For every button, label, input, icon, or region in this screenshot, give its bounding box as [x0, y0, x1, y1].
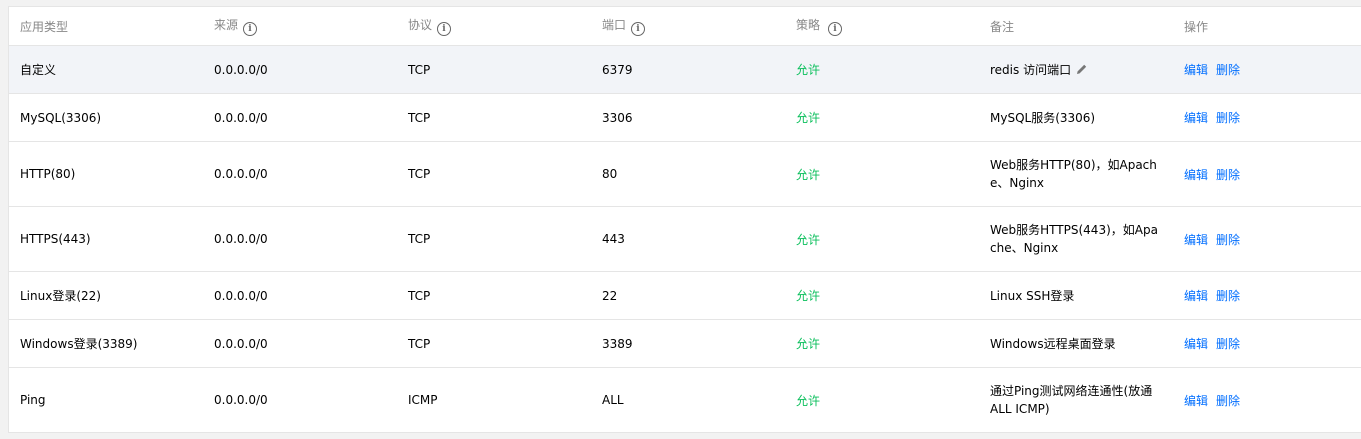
cell-note: Windows远程桌面登录 [979, 319, 1173, 368]
header-app-type-label: 应用类型 [20, 19, 69, 34]
cell-protocol: TCP [397, 206, 591, 272]
cell-actions: 编辑 删除 [1173, 93, 1361, 142]
cell-note: Linux SSH登录 [979, 271, 1173, 320]
header-app-type: 应用类型 [9, 7, 203, 46]
cell-policy: 允许 [785, 319, 979, 368]
cell-source: 0.0.0.0/0 [203, 319, 397, 368]
cell-port: 6379 [591, 45, 785, 94]
cell-source: 0.0.0.0/0 [203, 45, 397, 94]
edit-button[interactable]: 编辑 [1184, 63, 1208, 77]
edit-button[interactable]: 编辑 [1184, 111, 1208, 125]
note-text: redis 访问端口 [990, 63, 1072, 77]
cell-port: 80 [591, 141, 785, 207]
table-row: Ping 0.0.0.0/0 ICMP ALL 允许 通过Ping测试网络连通性… [9, 368, 1361, 433]
info-icon[interactable]: i [437, 22, 452, 36]
header-note: 备注 [979, 7, 1173, 46]
edit-button[interactable]: 编辑 [1184, 337, 1208, 351]
info-icon[interactable]: i [631, 22, 646, 36]
cell-app-type: Windows登录(3389) [9, 319, 203, 368]
cell-note: 通过Ping测试网络连通性(放通ALL ICMP) [979, 368, 1173, 433]
cell-policy: 允许 [785, 206, 979, 272]
cell-policy: 允许 [785, 141, 979, 207]
cell-policy: 允许 [785, 271, 979, 320]
cell-port: 3389 [591, 319, 785, 368]
cell-source: 0.0.0.0/0 [203, 141, 397, 207]
cell-port: 22 [591, 271, 785, 320]
cell-actions: 编辑 删除 [1173, 206, 1361, 272]
cell-protocol: TCP [397, 93, 591, 142]
delete-button[interactable]: 删除 [1216, 394, 1240, 408]
delete-button[interactable]: 删除 [1216, 111, 1240, 125]
cell-actions: 编辑 删除 [1173, 368, 1361, 433]
cell-source: 0.0.0.0/0 [203, 271, 397, 320]
header-note-label: 备注 [990, 19, 1015, 34]
cell-protocol: TCP [397, 141, 591, 207]
edit-button[interactable]: 编辑 [1184, 394, 1208, 408]
header-port-label: 端口 [602, 18, 627, 32]
cell-protocol: TCP [397, 319, 591, 368]
cell-actions: 编辑 删除 [1173, 271, 1361, 320]
delete-button[interactable]: 删除 [1216, 233, 1240, 247]
header-policy: 策略 i [785, 7, 979, 46]
cell-note: redis 访问端口 [979, 45, 1173, 94]
delete-button[interactable]: 删除 [1216, 337, 1240, 351]
cell-app-type: 自定义 [9, 45, 203, 94]
header-protocol-label: 协议 [408, 18, 433, 32]
info-icon[interactable]: i [828, 22, 843, 36]
note-text: Web服务HTTP(80)，如Apache、Nginx [990, 158, 1157, 190]
table-row: HTTPS(443) 0.0.0.0/0 TCP 443 允许 Web服务HTT… [9, 206, 1361, 272]
table-row: HTTP(80) 0.0.0.0/0 TCP 80 允许 Web服务HTTP(8… [9, 141, 1361, 207]
cell-port: 443 [591, 206, 785, 272]
delete-button[interactable]: 删除 [1216, 289, 1240, 303]
cell-protocol: TCP [397, 271, 591, 320]
pencil-icon[interactable] [1076, 63, 1088, 75]
table-row: Windows登录(3389) 0.0.0.0/0 TCP 3389 允许 Wi… [9, 319, 1361, 368]
cell-source: 0.0.0.0/0 [214, 393, 268, 407]
table-row: Linux登录(22) 0.0.0.0/0 TCP 22 允许 Linux SS… [9, 271, 1361, 320]
cell-actions: 编辑 删除 [1173, 319, 1361, 368]
edit-button[interactable]: 编辑 [1184, 168, 1208, 182]
cell-note: Web服务HTTPS(443)，如Apache、Nginx [979, 206, 1173, 272]
header-protocol: 协议 i [397, 7, 591, 46]
page: 应用类型 来源 i 协议 i 端口 i 策略 i 备注 操作 自定义 0.0.0.0/0… [0, 0, 1361, 439]
cell-protocol: TCP [397, 45, 591, 94]
cell-app-type: Ping [20, 393, 46, 407]
firewall-rules-table: 应用类型 来源 i 协议 i 端口 i 策略 i 备注 操作 自定义 0.0.0.0/0… [8, 6, 1361, 433]
info-icon[interactable]: i [243, 22, 258, 36]
cell-app-type: Linux登录(22) [9, 271, 203, 320]
edit-button[interactable]: 编辑 [1184, 233, 1208, 247]
cell-actions: 编辑 删除 [1173, 45, 1361, 94]
table-row: MySQL(3306) 0.0.0.0/0 TCP 3306 允许 MySQL服… [9, 93, 1361, 142]
cell-source: 0.0.0.0/0 [203, 93, 397, 142]
header-source-label: 来源 [214, 18, 239, 32]
cell-app-type: HTTP(80) [9, 141, 203, 207]
delete-button[interactable]: 删除 [1216, 168, 1240, 182]
table-header: 应用类型 来源 i 协议 i 端口 i 策略 i 备注 操作 [9, 7, 1361, 46]
note-text: 通过Ping测试网络连通性(放通ALL ICMP) [990, 384, 1153, 416]
cell-actions: 编辑 删除 [1173, 141, 1361, 207]
cell-port: 3306 [591, 93, 785, 142]
cell-note: MySQL服务(3306) [979, 93, 1173, 142]
note-text: Web服务HTTPS(443)，如Apache、Nginx [990, 223, 1158, 255]
cell-port: ALL [602, 393, 624, 407]
delete-button[interactable]: 删除 [1216, 63, 1240, 77]
cell-app-type: HTTPS(443) [9, 206, 203, 272]
header-actions: 操作 [1173, 7, 1361, 46]
header-actions-label: 操作 [1184, 19, 1209, 34]
cell-source: 0.0.0.0/0 [203, 206, 397, 272]
cell-policy: 允许 [796, 393, 821, 408]
header-source: 来源 i [203, 7, 397, 46]
cell-note: Web服务HTTP(80)，如Apache、Nginx [979, 141, 1173, 207]
cell-app-type: MySQL(3306) [9, 93, 203, 142]
table-row: 自定义 0.0.0.0/0 TCP 6379 允许 redis 访问端口 编辑删… [9, 45, 1361, 94]
cell-protocol: ICMP [408, 393, 438, 407]
cell-policy: 允许 [785, 93, 979, 142]
edit-button[interactable]: 编辑 [1184, 289, 1208, 303]
header-port: 端口 i [591, 7, 785, 46]
header-policy-label: 策略 [796, 18, 821, 32]
cell-policy: 允许 [785, 45, 979, 94]
